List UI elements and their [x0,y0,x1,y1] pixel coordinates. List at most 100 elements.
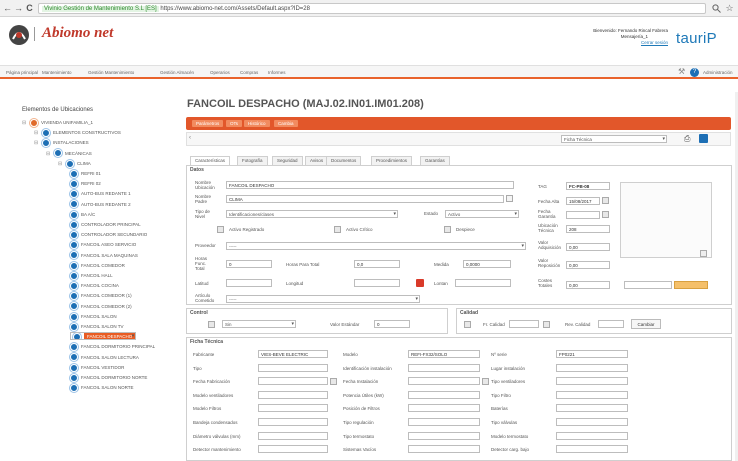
proveedor-select[interactable]: ----- [226,242,526,250]
articulo-select[interactable]: ----- [226,295,420,303]
lontan-input[interactable] [455,279,511,287]
ficha-select[interactable]: Ficha Técnica [561,135,667,143]
ficha-field-input[interactable] [556,377,628,386]
tab-procedimientos[interactable]: Procedimientos [371,156,413,165]
tree-node[interactable]: ⊟ INSTALACIONES [34,138,89,148]
calendar-icon[interactable] [482,378,489,386]
ficha-field-input[interactable] [258,363,328,372]
image-path-input[interactable] [624,281,672,289]
tab-fotografia[interactable]: Fotografía [237,156,268,165]
menu-item-admin[interactable]: Administración [703,70,733,75]
ficha-field-input[interactable] [556,418,628,426]
tree-node[interactable]: FANCOIL COCINA [70,281,119,291]
star-icon[interactable]: ☆ [724,3,735,14]
tree-node[interactable]: FANCOIL SALON TV [70,322,124,332]
ficha-field-input[interactable] [556,431,628,440]
tree-node[interactable]: ⊟ ELEMENTOS CONSTRUCTIVOS [34,128,121,138]
image-upload-button[interactable] [674,281,708,289]
medida-input[interactable]: 0,0000 [463,260,511,268]
map-pin-icon[interactable] [416,279,424,287]
tree-node[interactable]: BA A/C [70,210,95,220]
calendar-icon[interactable] [330,378,337,386]
tree-node[interactable]: CONTROLADOR SECUNDARIO [70,230,147,240]
ficha-field-input[interactable] [408,431,480,440]
tree-node[interactable]: AUTO-BUS REDANTE 1 [70,189,131,199]
calendar-garantia-icon[interactable] [602,211,609,218]
menu-item-gestion-almacen[interactable]: Gestión Almacén [160,70,194,75]
ficha-field-input[interactable] [258,390,328,399]
tree-toggle-icon[interactable]: ⊟ [34,128,42,138]
tools-icon[interactable]: ⚒ [678,67,685,76]
tree-node[interactable]: FANCOIL HALL [70,271,113,281]
ficha-field-input[interactable] [258,404,328,413]
tree-node[interactable]: AUTO-BUS REDANTE 2 [70,200,131,210]
tree-node[interactable]: FANCOIL SALA MAQUINAS [70,251,138,261]
valor-rep-input[interactable]: 0,00 [566,261,610,269]
ficha-field-input[interactable]: REFI-FX32/SOLO [408,350,480,358]
tree-toggle-icon[interactable]: ⊟ [46,149,54,159]
cambia-button[interactable]: Cambia [274,120,298,127]
calidad-calendar-icon[interactable] [543,321,550,328]
tree-node[interactable]: ⊟ VIVIENDA UNIFAMILIA_1 [22,118,93,128]
control-checkbox[interactable] [208,321,215,328]
longitud-input[interactable] [354,279,400,287]
ficha-field-input[interactable] [556,390,628,399]
tree-node[interactable]: FANCOIL DORMITORIO NORTE [70,373,147,383]
ficha-field-input[interactable] [258,431,328,440]
tree-node[interactable]: FANCOIL SALON [70,312,117,322]
magnifier-icon[interactable] [712,4,721,13]
horas-para-input[interactable]: 0,0 [354,260,400,268]
tree-node[interactable]: REFRI 01 [70,169,101,179]
menu-item-compras[interactable]: Compras [240,70,258,75]
ubicacion-input[interactable]: 208 [566,225,610,233]
menu-item-informes[interactable]: Informes [268,70,286,75]
nombre-input[interactable]: FANCOIL DESPACHO [226,181,514,189]
estado-select[interactable]: Activo [445,210,519,218]
help-icon[interactable]: ? [690,68,699,77]
tree-node[interactable]: FANCOIL ASEO SERVICIO [70,240,136,250]
ficha-field-input[interactable] [258,377,328,386]
tree-node[interactable]: ⊟ CLIMA [58,159,91,169]
tree-toggle-icon[interactable]: ⊟ [34,138,42,148]
ficha-field-input[interactable]: FP0221 [556,350,628,358]
tree-node[interactable]: ⊟ MECÁNICAS [46,149,92,159]
logout-link[interactable]: Cerrar sesión [568,40,668,46]
ficha-field-input[interactable] [408,445,480,454]
ficha-field-input[interactable] [258,445,328,454]
activo-registrado-checkbox[interactable] [217,226,224,233]
calidad-codigo-input[interactable] [509,320,539,328]
ficha-field-input[interactable] [556,404,628,413]
tag-input[interactable]: FC-PB-08 [566,182,610,190]
menu-item-operarios[interactable]: Operarios [210,70,230,75]
tree-node[interactable]: FANCOIL DESPACHO [70,332,137,341]
historico-button[interactable]: Histórico [244,120,270,127]
tab-documentos[interactable]: Documentos [326,156,362,165]
tree-toggle-icon[interactable]: ⊟ [22,118,30,128]
rev-calidad-input[interactable] [598,320,624,328]
tree-node[interactable]: FANCOIL COMEDOR [70,261,125,271]
parametros-button[interactable]: Parámetros [192,120,224,127]
tree-toggle-icon[interactable]: ⊟ [58,159,66,169]
ots-button[interactable]: OTs [226,120,243,127]
tab-seguridad[interactable]: Seguridad [272,156,303,165]
ficha-field-input[interactable] [556,445,628,454]
ficha-field-input[interactable] [408,363,480,372]
valor-adq-input[interactable]: 0,00 [566,243,610,251]
nombre-padre-input[interactable]: CLIMA [226,195,504,203]
back-icon[interactable]: ← [2,3,13,14]
tree-node[interactable]: FANCOIL SALON LECTURA [70,353,139,363]
activo-critico-checkbox[interactable] [334,226,341,233]
tab-garantias[interactable]: Garantías [420,156,450,165]
tree-node[interactable]: FANCOIL DORMITORIO PRINCIPAL [70,342,155,352]
collapse-left-icon[interactable]: ‹ [189,135,191,141]
control-select[interactable]: Sin [222,320,296,328]
menu-item-gestion-mantenimiento[interactable]: Gestión Mantenimiento [88,70,134,75]
ficha-field-input[interactable]: VIES-BEVE ELECTRIC [258,350,328,358]
latitud-input[interactable] [226,279,272,287]
calidad-checkbox[interactable] [464,321,471,328]
image-upload-icon[interactable] [700,250,707,257]
calidad-cambiar-button[interactable]: Cambiar [631,319,661,329]
tree-node[interactable]: REFRI 02 [70,179,101,189]
tree-node[interactable]: FANCOIL COMEDOR (2) [70,302,132,312]
address-bar[interactable]: Vivinio Gestión de Mantenimiento S.L [ES… [38,3,706,14]
